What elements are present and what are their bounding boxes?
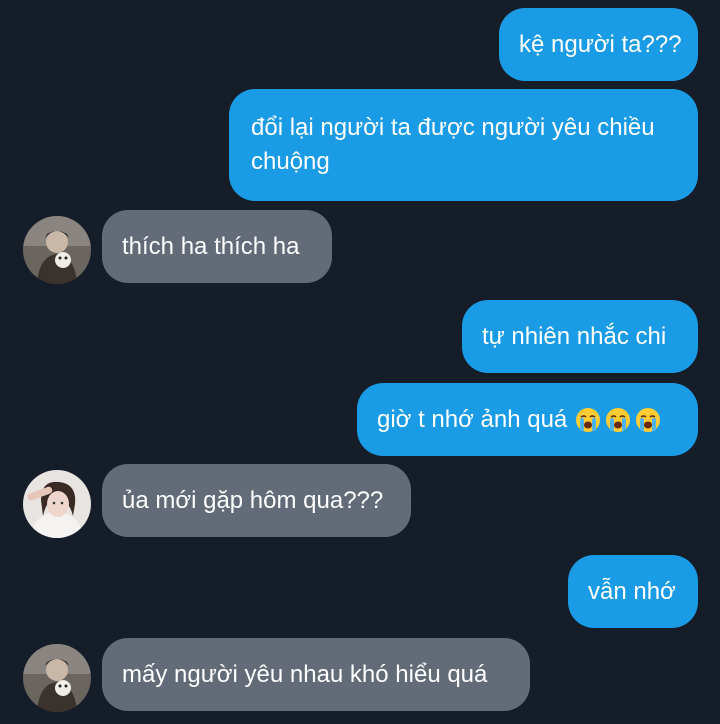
message-text: tự nhiên nhắc chi [482,322,667,350]
message-bubble-outgoing[interactable]: tự nhiên nhắc chi [462,300,698,373]
loudly-crying-face-icon [635,407,661,433]
avatar-photo-icon [23,470,91,538]
loudly-crying-face-icon [605,407,631,433]
message-text: thích ha thích ha [122,232,300,260]
message-text: kệ người ta??? [519,30,682,58]
message-bubble-outgoing[interactable]: vẫn nhớ [568,555,698,628]
message-text: giờ t nhớ ảnh quá [377,405,568,433]
message-bubble-outgoing[interactable]: giờ t nhớ ảnh quá [357,383,698,456]
message-text: đổi lại người ta được người yêu chiều ch… [251,114,655,175]
avatar[interactable] [23,470,91,538]
message-bubble-incoming[interactable]: ủa mới gặp hôm qua??? [102,464,411,537]
message-bubble-outgoing[interactable]: kệ người ta??? [499,8,698,81]
message-bubble-incoming[interactable]: mấy người yêu nhau khó hiểu quá [102,638,530,711]
avatar[interactable] [23,216,91,284]
message-bubble-outgoing[interactable]: đổi lại người ta được người yêu chiều ch… [229,89,698,201]
avatar-photo-icon [23,644,91,712]
avatar[interactable] [23,644,91,712]
loudly-crying-face-icon [575,407,601,433]
message-bubble-incoming[interactable]: thích ha thích ha [102,210,332,283]
message-text: ủa mới gặp hôm qua??? [122,486,384,514]
message-text: mấy người yêu nhau khó hiểu quá [122,660,488,688]
message-text: vẫn nhớ [588,577,676,605]
avatar-photo-icon [23,216,91,284]
chat-thread: kệ người ta??? đổi lại người ta được ngư… [0,0,720,724]
